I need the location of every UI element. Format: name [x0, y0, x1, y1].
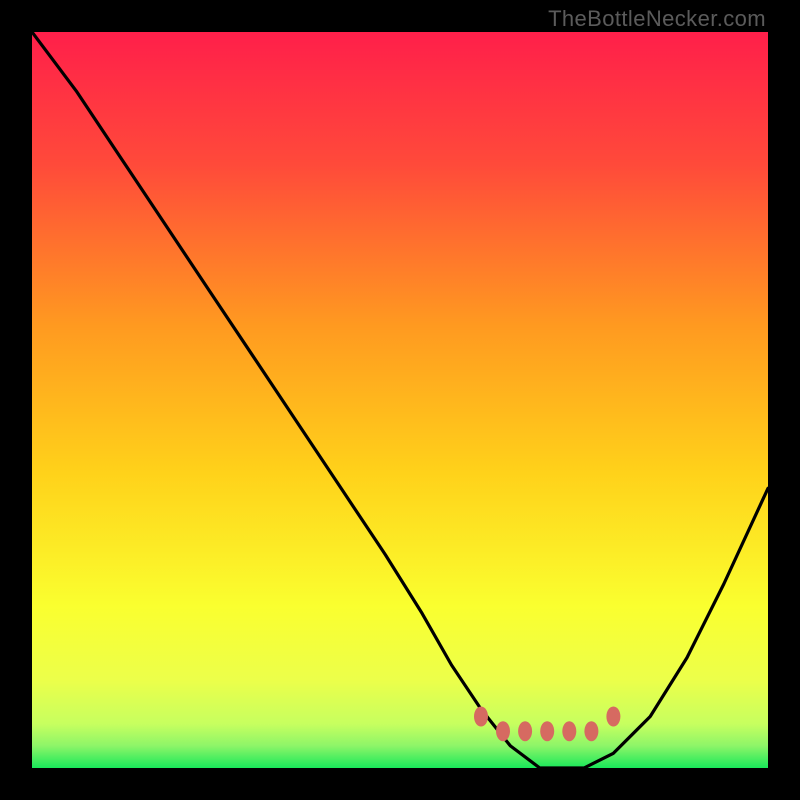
trough-marker	[540, 721, 554, 741]
curve-path	[32, 32, 768, 768]
trough-marker	[496, 721, 510, 741]
plot-area	[32, 32, 768, 768]
watermark-text: TheBottleNecker.com	[548, 6, 766, 32]
trough-marker	[584, 721, 598, 741]
bottleneck-curve	[32, 32, 768, 768]
trough-marker	[606, 707, 620, 727]
trough-marker	[518, 721, 532, 741]
trough-marker	[562, 721, 576, 741]
trough-marker	[474, 707, 488, 727]
chart-frame: TheBottleNecker.com	[0, 0, 800, 800]
